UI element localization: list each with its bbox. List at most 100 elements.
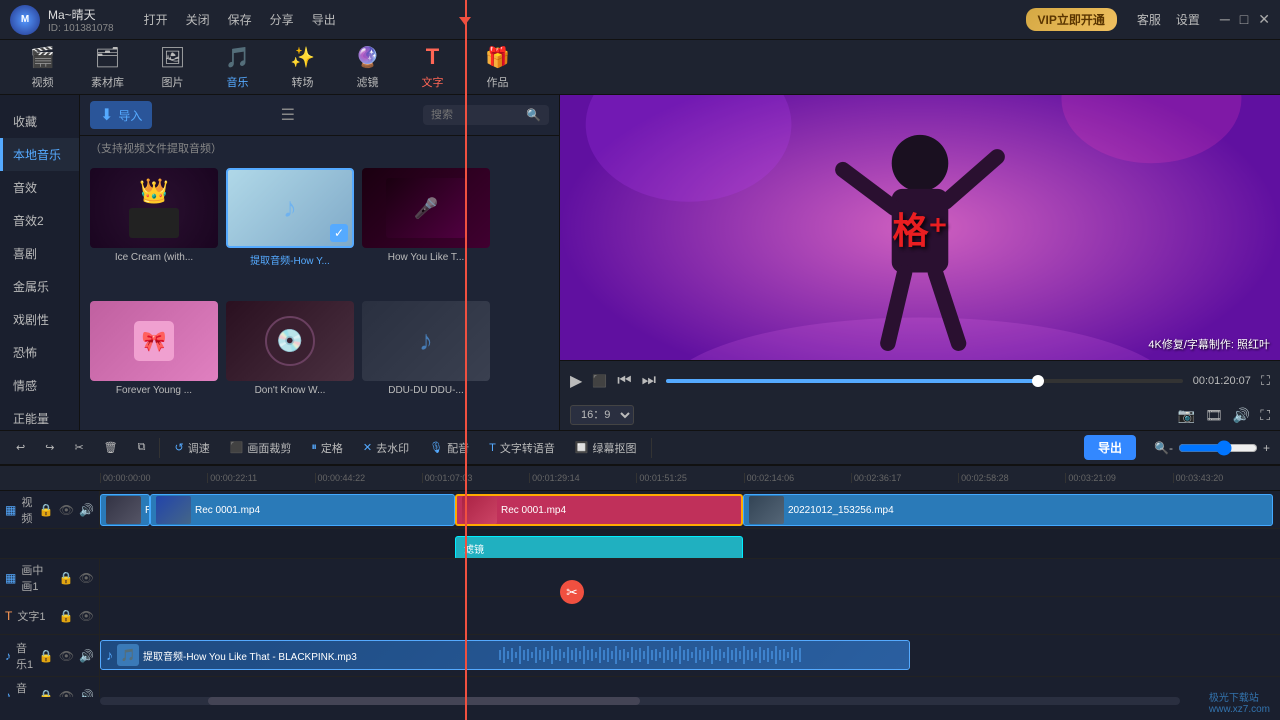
video-audio-button[interactable]: 🔊 xyxy=(79,503,94,517)
open-button[interactable]: 打开 xyxy=(144,11,168,28)
music1-lock-button[interactable]: 🔒 xyxy=(39,649,54,663)
media-item-ice-cream[interactable]: 👑 Ice Cream (with... xyxy=(90,168,218,293)
sidebar-item-comedy[interactable]: 喜剧 xyxy=(0,237,79,270)
video-clip-3[interactable]: Rec 0001.mp4 xyxy=(455,494,743,526)
clip-thumb-3 xyxy=(462,496,497,524)
video-nav-icon: 🎬 xyxy=(30,45,55,70)
video-lock-button[interactable]: 🔒 xyxy=(39,503,54,517)
sidebar-item-sfx[interactable]: 音效 xyxy=(0,171,79,204)
chroma-key-button[interactable]: 🔲 绿幕抠图 xyxy=(569,437,643,459)
video-clip-4[interactable]: 20221012_153256.mp4 xyxy=(743,494,1273,526)
music2-lock-button[interactable]: 🔒 xyxy=(39,689,54,698)
full-screen-button[interactable]: ⛶ xyxy=(1261,373,1270,389)
settings-link[interactable]: 设置 xyxy=(1176,11,1200,28)
music1-audio-button[interactable]: 🔊 xyxy=(79,649,94,663)
watermark: 极光下载站www.xz7.com xyxy=(1209,689,1270,715)
nav-materials[interactable]: 🗂 素材库 xyxy=(75,40,140,95)
progress-bar[interactable] xyxy=(666,379,1183,383)
media-item-forever-young[interactable]: 🎀 Forever Young ... xyxy=(90,301,218,422)
audio-button[interactable]: 🔊 xyxy=(1233,407,1250,424)
nav-images[interactable]: 🖼 图片 xyxy=(140,40,205,95)
nav-text[interactable]: T 文字 xyxy=(400,39,465,95)
save-button[interactable]: 保存 xyxy=(228,11,252,28)
delete-button[interactable]: 🗑 xyxy=(98,438,124,457)
camera-button[interactable]: 🎞 xyxy=(1205,407,1223,424)
customer-service-link[interactable]: 客服 xyxy=(1137,11,1161,28)
nav-music[interactable]: 🎵 音乐 xyxy=(205,40,270,95)
music2-audio-button[interactable]: 🔊 xyxy=(79,689,94,698)
video-visible-button[interactable]: 👁 xyxy=(59,503,74,517)
maximize-button[interactable]: □ xyxy=(1240,11,1248,28)
crop-button[interactable]: ⬛ 画面裁剪 xyxy=(224,437,298,459)
filter-clip[interactable]: 滤镜 xyxy=(455,536,743,558)
zoom-in-button[interactable]: + xyxy=(1263,441,1270,455)
sidebar-item-local-music[interactable]: 本地音乐 xyxy=(0,138,79,171)
multi-select-button[interactable]: ⧉ xyxy=(132,438,152,457)
sidebar-item-positive[interactable]: 正能量 xyxy=(0,402,79,435)
media-item-ddu-du[interactable]: ♪ DDU-DU DDU-... xyxy=(362,301,490,422)
close-window-button[interactable]: ✕ xyxy=(1258,11,1270,28)
waveform-svg xyxy=(499,646,899,664)
pip-visible-button[interactable]: 👁 xyxy=(79,571,94,585)
sidebar-item-sfx2[interactable]: 音效2 xyxy=(0,204,79,237)
zoom-slider[interactable] xyxy=(1178,440,1258,456)
video-track-icon: ▦ xyxy=(5,503,16,517)
sidebar-item-favorites[interactable]: 收藏 xyxy=(0,105,79,138)
play-button[interactable]: ▶ xyxy=(570,371,582,391)
redo-button[interactable]: ↪ xyxy=(39,438,60,457)
search-input[interactable] xyxy=(431,109,521,121)
vip-button[interactable]: VIP立即开通 xyxy=(1026,8,1117,31)
pip-lock-button[interactable]: 🔒 xyxy=(59,571,74,585)
export-title-button[interactable]: 导出 xyxy=(312,11,336,28)
nav-transition[interactable]: ✨ 转场 xyxy=(270,40,335,95)
next-frame-button[interactable]: ⏭ xyxy=(642,372,656,390)
text-visible-button[interactable]: 👁 xyxy=(79,609,94,623)
music2-visible-button[interactable]: 👁 xyxy=(59,689,74,698)
nav-works[interactable]: 🎁 作品 xyxy=(465,40,530,95)
share-button[interactable]: 分享 xyxy=(270,11,294,28)
media-item-dont-know[interactable]: 💿 Don't Know W... xyxy=(226,301,354,422)
speed-button[interactable]: ↺ 调速 xyxy=(168,437,215,459)
music1-visible-button[interactable]: 👁 xyxy=(59,649,74,663)
prev-frame-button[interactable]: ⏮ xyxy=(617,372,631,390)
snapshot-button[interactable]: 📷 xyxy=(1178,407,1195,424)
stop-button[interactable]: ⬛ xyxy=(592,374,607,388)
dub-button[interactable]: 🎙 配音 xyxy=(423,437,475,459)
sidebar-item-dramatic[interactable]: 戏剧性 xyxy=(0,303,79,336)
scissors-playhead[interactable]: ✂ xyxy=(560,580,584,604)
search-box[interactable]: 🔍 xyxy=(423,105,549,125)
text-track-icon: T xyxy=(5,609,12,623)
video-track-name: 视频 xyxy=(21,494,34,526)
nav-transition-label: 转场 xyxy=(292,74,314,90)
sidebar-item-metal[interactable]: 金属乐 xyxy=(0,270,79,303)
export-button[interactable]: 导出 xyxy=(1084,435,1136,460)
close-button[interactable]: 关闭 xyxy=(186,11,210,28)
video-red-text: 格⁺ xyxy=(892,202,947,254)
clip-thumb-4 xyxy=(749,496,784,524)
expand-button[interactable]: ⛶ xyxy=(1260,407,1270,424)
media-item-extract[interactable]: ♪ ✓ 提取音频-How Y... xyxy=(226,168,354,293)
undo-button[interactable]: ↩ xyxy=(10,438,31,457)
nav-filter[interactable]: 🔮 滤镜 xyxy=(335,40,400,95)
preview-options: 16：9 9：16 1：1 📷 🎞 🔊 ⛶ xyxy=(560,400,1280,430)
remove-watermark-button[interactable]: ✕ 去水印 xyxy=(357,437,415,459)
video-caption: 4K修复/字幕制作: 照红叶 xyxy=(1148,336,1270,352)
tts-button[interactable]: T 文字转语音 xyxy=(483,437,561,459)
video-clip-2[interactable]: Rec 0001.mp4 xyxy=(150,494,455,526)
ratio-select[interactable]: 16：9 9：16 1：1 xyxy=(570,405,634,425)
sidebar-item-emotion[interactable]: 情感 xyxy=(0,369,79,402)
video-clip-1[interactable]: R... xyxy=(100,494,150,526)
sort-button[interactable]: ☰ xyxy=(281,105,295,125)
music1-clip[interactable]: ♪ 🎵 提取音频-How You Like That - BLACKPINK.m… xyxy=(100,640,910,670)
sidebar-item-horror[interactable]: 恐怖 xyxy=(0,336,79,369)
playhead[interactable] xyxy=(465,0,467,720)
cut-button[interactable]: ✂ xyxy=(68,438,89,457)
import-button[interactable]: ⬇ 导入 xyxy=(90,101,152,129)
text-lock-button[interactable]: 🔒 xyxy=(59,609,74,623)
freeze-button[interactable]: ⏸ 定格 xyxy=(305,437,349,459)
timeline-scrollbar[interactable] xyxy=(100,697,1180,705)
zoom-out-button[interactable]: 🔍- xyxy=(1154,441,1173,455)
minimize-button[interactable]: ─ xyxy=(1220,11,1230,28)
media-item-how-you-like[interactable]: 🎤 How You Like T... xyxy=(362,168,490,293)
nav-video[interactable]: 🎬 视频 xyxy=(10,40,75,95)
